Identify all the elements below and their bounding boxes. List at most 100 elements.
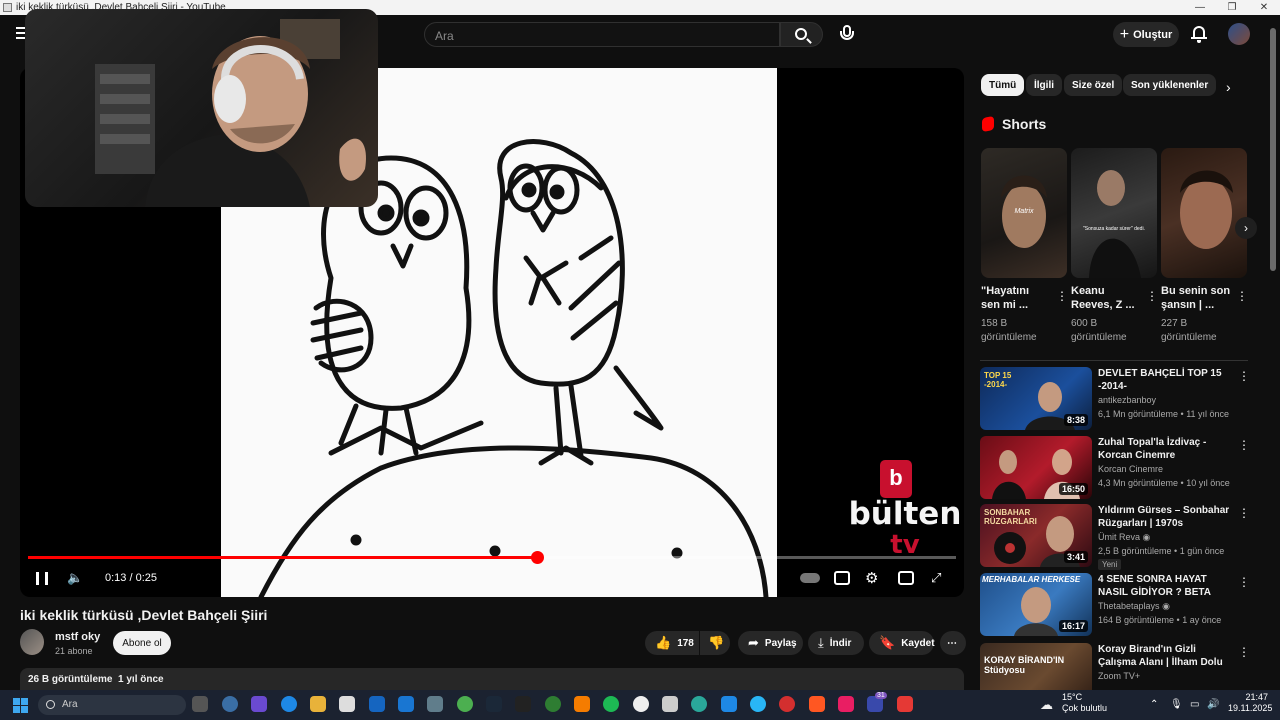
more-vert-icon[interactable]: ⋮ xyxy=(1238,645,1248,659)
more-vert-icon[interactable]: ⋮ xyxy=(1238,369,1250,383)
todo-icon[interactable] xyxy=(721,696,737,712)
short-thumbnail: "Sonsuza kadar sürer" dedi. xyxy=(1071,148,1157,278)
youtube-app-icon[interactable] xyxy=(897,696,913,712)
windows-start-icon[interactable] xyxy=(13,698,28,713)
account-avatar[interactable] xyxy=(1228,23,1250,45)
calculator-icon[interactable] xyxy=(427,696,443,712)
chrome-icon[interactable] xyxy=(222,696,238,712)
search-input[interactable]: Ara xyxy=(424,22,780,47)
chip-all[interactable]: Tümü xyxy=(981,74,1025,96)
microphone-tray-icon[interactable]: 🎙 xyxy=(1170,699,1183,710)
chip-for-you[interactable]: Size özel xyxy=(1064,74,1123,96)
telegram-icon[interactable] xyxy=(750,696,766,712)
thumbs-up-icon: 👍 xyxy=(655,635,672,650)
voice-search-button[interactable] xyxy=(836,23,858,45)
task-view-icon[interactable] xyxy=(192,696,208,712)
chip-recently-uploaded[interactable]: Son yüklenenler xyxy=(1123,74,1217,96)
theater-mode-icon[interactable] xyxy=(898,571,914,585)
store-icon[interactable] xyxy=(339,696,355,712)
fullscreen-icon[interactable]: ⤢ xyxy=(931,570,941,586)
mail-icon[interactable] xyxy=(398,696,414,712)
recommendation-item[interactable]: 16:50 Zuhal Topal'la İzdivaç - Korcan Ci… xyxy=(980,436,1250,500)
bulten-logo: b xyxy=(880,460,912,498)
plus-icon: + xyxy=(1119,25,1130,43)
recommendation-item[interactable]: SONBAHAR RÜZGARLARI 3:41 Yıldırım Gürses… xyxy=(980,504,1250,570)
epic-games-icon[interactable] xyxy=(515,696,531,712)
channel-avatar[interactable] xyxy=(20,629,44,655)
more-vert-icon[interactable]: ⋮ xyxy=(1146,289,1158,303)
short-views: 158 B görüntüleme xyxy=(981,318,1037,343)
weather-widget[interactable]: 15°C Çok bulutlu xyxy=(1062,692,1107,714)
short-thumbnail: Matrix xyxy=(981,148,1067,278)
recommendation-item[interactable]: MERHABALAR HERKESE 16:17 4 SENE SONRA HA… xyxy=(980,573,1250,637)
recommendation-meta: 164 B görüntüleme • 1 ay önce xyxy=(1098,615,1222,625)
obs-icon[interactable] xyxy=(633,696,649,712)
page-scrollbar[interactable] xyxy=(1270,28,1276,271)
settings-gear-icon[interactable]: ⚙ xyxy=(865,569,878,587)
search-icon xyxy=(795,28,807,40)
minimize-button[interactable]: — xyxy=(1184,2,1216,13)
chip-related[interactable]: İlgili xyxy=(1026,74,1062,96)
taskbar-search[interactable]: Ara xyxy=(38,695,186,715)
globe-icon[interactable] xyxy=(691,696,707,712)
opera-icon[interactable] xyxy=(779,696,795,712)
save-button[interactable]: 🔖 Kaydet xyxy=(869,631,935,655)
more-vert-icon[interactable]: ⋮ xyxy=(1238,506,1250,520)
copilot-icon[interactable] xyxy=(251,696,267,712)
subtitles-icon[interactable] xyxy=(834,571,850,585)
like-button[interactable]: 👍 178 xyxy=(645,631,699,655)
steam-icon[interactable] xyxy=(486,696,502,712)
outlook-icon[interactable] xyxy=(369,696,385,712)
chevron-right-icon[interactable]: › xyxy=(1226,79,1231,95)
recommendation-thumbnail: TOP 15 -2014- 8:38 xyxy=(980,367,1092,430)
subscribe-button[interactable]: Abone ol xyxy=(113,631,171,655)
progress-scrubber[interactable] xyxy=(530,551,544,564)
shorts-logo-icon xyxy=(982,115,994,133)
brave-icon[interactable] xyxy=(809,696,825,712)
clock[interactable]: 21:47 19.11.2025 xyxy=(1228,692,1272,714)
recommendation-thumbnail: MERHABALAR HERKESE 16:17 xyxy=(980,573,1092,636)
display-icon[interactable]: ▭ xyxy=(1190,699,1199,710)
new-badge: Yeni xyxy=(1098,559,1122,570)
pause-icon[interactable] xyxy=(36,572,48,585)
maximize-button[interactable]: ❐ xyxy=(1216,2,1248,13)
sublime-icon[interactable] xyxy=(574,696,590,712)
more-vert-icon[interactable]: ⋮ xyxy=(1238,438,1250,452)
spotify-icon[interactable] xyxy=(603,696,619,712)
file-explorer-icon[interactable] xyxy=(310,696,326,712)
tiktok-icon[interactable] xyxy=(838,696,854,712)
more-vert-icon[interactable]: ⋮ xyxy=(1238,575,1250,589)
more-vert-icon[interactable]: ⋮ xyxy=(1056,289,1068,303)
search-button[interactable] xyxy=(780,22,823,47)
volume-icon[interactable]: 🔈 xyxy=(67,570,83,586)
volume-tray-icon[interactable]: 🔊 xyxy=(1207,699,1219,710)
edge-icon[interactable] xyxy=(281,696,297,712)
short-caption: Matrix xyxy=(1014,208,1034,215)
recommendation-item[interactable]: TOP 15 -2014- 8:38 DEVLET BAHÇELİ TOP 15… xyxy=(980,367,1250,431)
dislike-button[interactable]: 👎 xyxy=(700,631,730,655)
duration-badge: 16:17 xyxy=(1058,620,1088,632)
notifications-bell-icon[interactable] xyxy=(1190,24,1208,44)
recommendation-item[interactable]: KORAY BİRAND'IN Stüdyosu Koray Birand'ın… xyxy=(980,643,1248,690)
tray-chevron-icon[interactable]: ⌃ xyxy=(1150,699,1158,710)
duration-badge: 3:41 xyxy=(1063,551,1088,563)
close-button[interactable]: ✕ xyxy=(1248,2,1280,13)
short-item[interactable]: Matrix "Hayatını sen mi ... 158 B görünt… xyxy=(981,148,1068,343)
share-button[interactable]: ➦ Paylaş xyxy=(738,631,803,655)
google-chrome-icon[interactable] xyxy=(457,696,473,712)
channel-name[interactable]: mstf oky xyxy=(55,631,100,643)
more-actions-button[interactable]: ⋯ xyxy=(940,631,966,655)
download-button[interactable]: ⤓ İndir xyxy=(808,631,864,655)
app-icon[interactable] xyxy=(662,696,678,712)
create-button[interactable]: + Oluştur xyxy=(1113,22,1179,47)
more-vert-icon[interactable]: ⋮ xyxy=(1236,289,1248,303)
shorts-next-arrow-icon[interactable]: › xyxy=(1235,217,1257,239)
autoplay-toggle[interactable] xyxy=(800,573,820,583)
progress-bar[interactable] xyxy=(28,551,956,564)
short-item[interactable]: Bu senin son şansın | ... 227 B görüntül… xyxy=(1161,148,1248,343)
short-views: 600 B görüntüleme xyxy=(1071,318,1127,343)
xbox-icon[interactable] xyxy=(545,696,561,712)
description-bar[interactable]: 26 B görüntüleme 1 yıl önce xyxy=(20,668,964,690)
thumbnail-text: KORAY BİRAND'IN Stüdyosu xyxy=(984,655,1065,675)
short-item[interactable]: "Sonsuza kadar sürer" dedi. Keanu Reeves… xyxy=(1071,148,1158,343)
